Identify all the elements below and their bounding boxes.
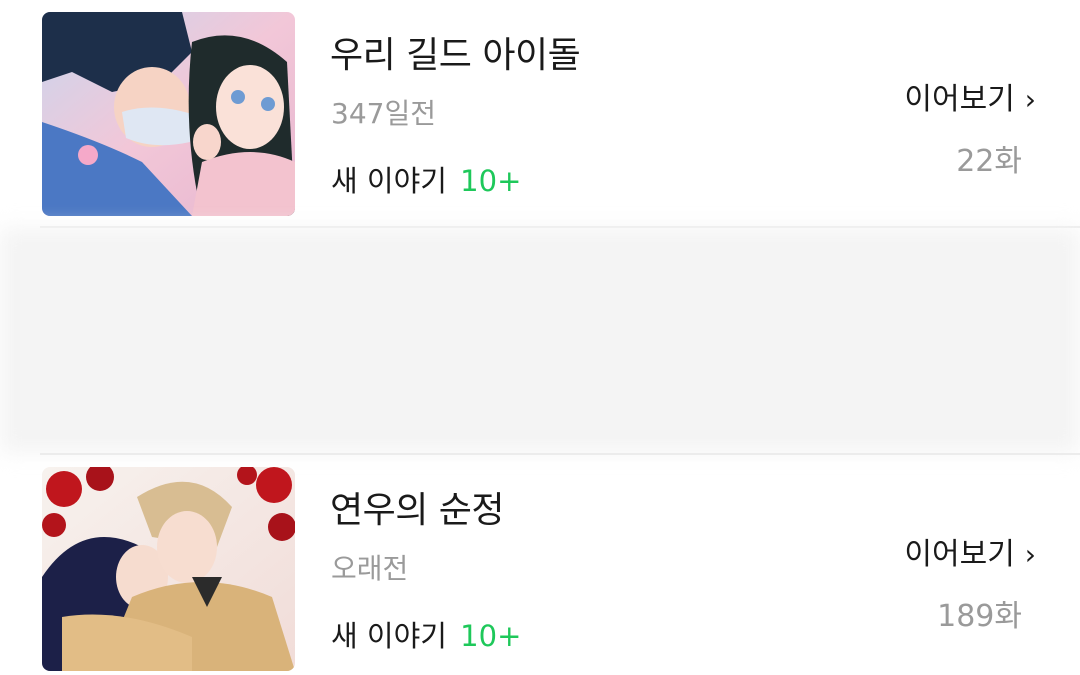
episode-number: 22화 [956, 144, 1022, 179]
last-read-time: 오래전 [331, 552, 409, 585]
webtoon-title[interactable]: 연우의 순정 [330, 481, 505, 533]
new-story-count: 10+ [460, 164, 522, 198]
list-item[interactable]: 우리 길드 아이돌 347일전 새 이야기 10+ 이어보기 › 22화 [0, 0, 1080, 226]
hidden-item-placeholder [0, 228, 1080, 453]
continue-reading-button[interactable]: 이어보기 › [904, 529, 1036, 573]
continue-label: 이어보기 [904, 82, 1015, 117]
chevron-right-icon: › [1024, 538, 1036, 571]
webtoon-list: 우리 길드 아이돌 347일전 새 이야기 10+ 이어보기 › 22화 연우의… [0, 0, 1080, 675]
new-story-indicator: 새 이야기 10+ [331, 158, 521, 200]
new-story-label: 새 이야기 [331, 164, 447, 198]
new-story-indicator: 새 이야기 10+ [331, 613, 521, 655]
last-read-time: 347일전 [331, 97, 436, 130]
thumbnail-image[interactable] [42, 467, 295, 671]
new-story-label: 새 이야기 [331, 619, 447, 653]
chevron-right-icon: › [1024, 83, 1036, 116]
continue-reading-button[interactable]: 이어보기 › [904, 74, 1036, 118]
continue-label: 이어보기 [904, 537, 1015, 572]
new-story-count: 10+ [460, 619, 522, 653]
webtoon-title[interactable]: 우리 길드 아이돌 [330, 26, 581, 78]
thumbnail-image[interactable] [42, 12, 295, 216]
episode-number: 189화 [937, 599, 1022, 634]
list-item[interactable]: 연우의 순정 오래전 새 이야기 10+ 이어보기 › 189화 [0, 455, 1080, 675]
